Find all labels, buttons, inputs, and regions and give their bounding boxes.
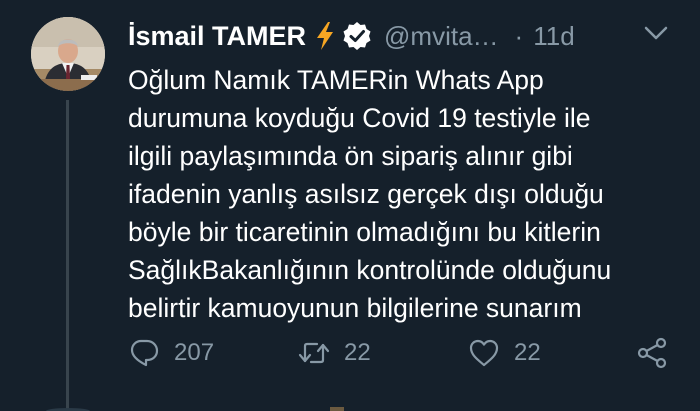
retweet-count: 22 xyxy=(344,339,371,366)
share-button[interactable] xyxy=(636,331,668,375)
timestamp[interactable]: 11d xyxy=(533,21,574,52)
tweet-text: Oğlum Namık TAMERin Whats App durumuna k… xyxy=(128,61,688,327)
reply-button[interactable]: 207 xyxy=(128,331,214,375)
author-handle[interactable]: @mvita… xyxy=(384,21,499,52)
like-count: 22 xyxy=(514,339,541,366)
heart-icon xyxy=(469,339,499,367)
retweet-icon xyxy=(298,342,330,364)
tweet[interactable]: İsmail TAMER @mvita… · 11d Oğlum Namık T… xyxy=(0,0,700,411)
avatar[interactable] xyxy=(31,17,105,91)
tweet-text-line: ilgili paylaşımında ön sipariş alınır gi… xyxy=(128,141,573,171)
retweet-button[interactable]: 22 xyxy=(298,331,371,375)
author-name[interactable]: İsmail TAMER xyxy=(128,21,306,52)
chevron-down-icon[interactable] xyxy=(643,23,669,43)
tweet-header: İsmail TAMER @mvita… · 11d xyxy=(128,18,575,54)
tweet-text-line: ifadenin yanlış asılsız gerçek dışı oldu… xyxy=(128,179,604,209)
verified-badge-icon xyxy=(343,22,371,50)
avatar-photo xyxy=(31,17,105,91)
tweet-text-line: belirtir kamuoyunun bilgilerine sunarım xyxy=(128,293,582,323)
reply-count: 207 xyxy=(174,339,215,366)
share-icon xyxy=(637,337,667,369)
reply-icon xyxy=(130,339,159,367)
like-button[interactable]: 22 xyxy=(468,331,541,375)
time-separator: · xyxy=(514,20,524,51)
tweet-text-line: Oğlum Namık TAMERin Whats App xyxy=(128,65,544,95)
action-bar: 207 22 22 xyxy=(0,331,700,375)
tweet-text-line: böyle bir ticaretinin olmadığını bu kitl… xyxy=(128,217,601,247)
lightning-bolt-icon xyxy=(317,22,334,50)
tweet-text-line: durumuna koyduğu Covid 19 testiyle ile xyxy=(128,103,591,133)
tweet-text-line: SağlıkBakanlığının kontrolünde olduğunu xyxy=(128,255,612,285)
next-tweet-edge xyxy=(46,407,344,411)
